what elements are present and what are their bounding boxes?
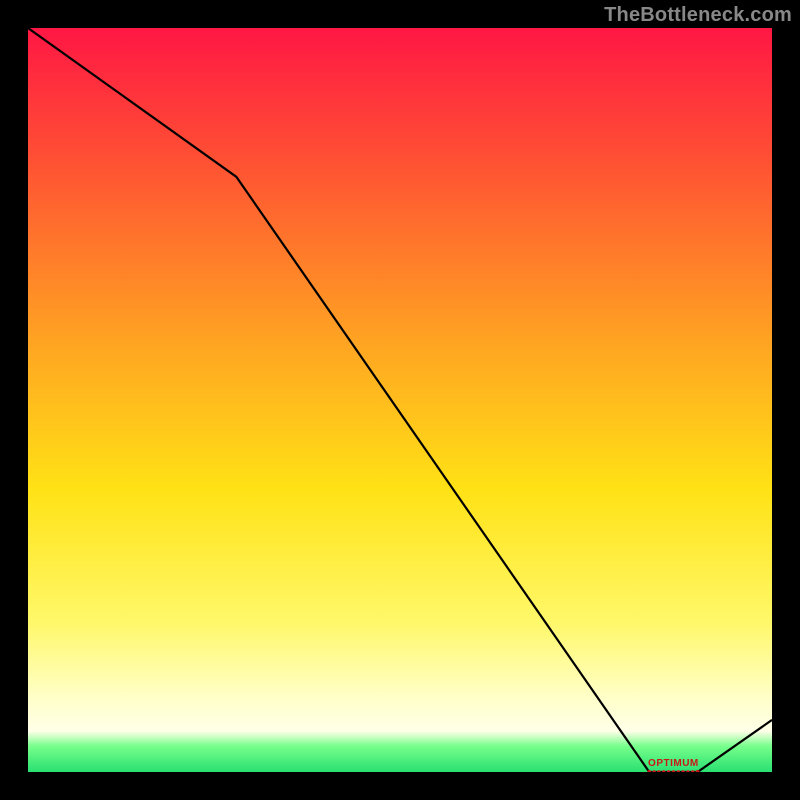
- optimum-marker: [667, 770, 670, 772]
- chart-container: TheBottleneck.com OPTIMUM: [0, 0, 800, 800]
- optimum-marker: [652, 770, 655, 772]
- optimum-marker: [681, 770, 684, 772]
- optimum-label: OPTIMUM: [648, 758, 699, 769]
- optimum-marker: [677, 770, 680, 772]
- chart-svg: OPTIMUM: [28, 28, 772, 772]
- optimum-marker: [686, 770, 689, 772]
- optimum-marker: [672, 770, 675, 772]
- plot-area: OPTIMUM: [28, 28, 772, 772]
- attribution-text: TheBottleneck.com: [604, 4, 792, 27]
- optimum-marker: [662, 770, 665, 772]
- optimum-marker: [691, 770, 694, 772]
- optimum-marker: [657, 770, 660, 772]
